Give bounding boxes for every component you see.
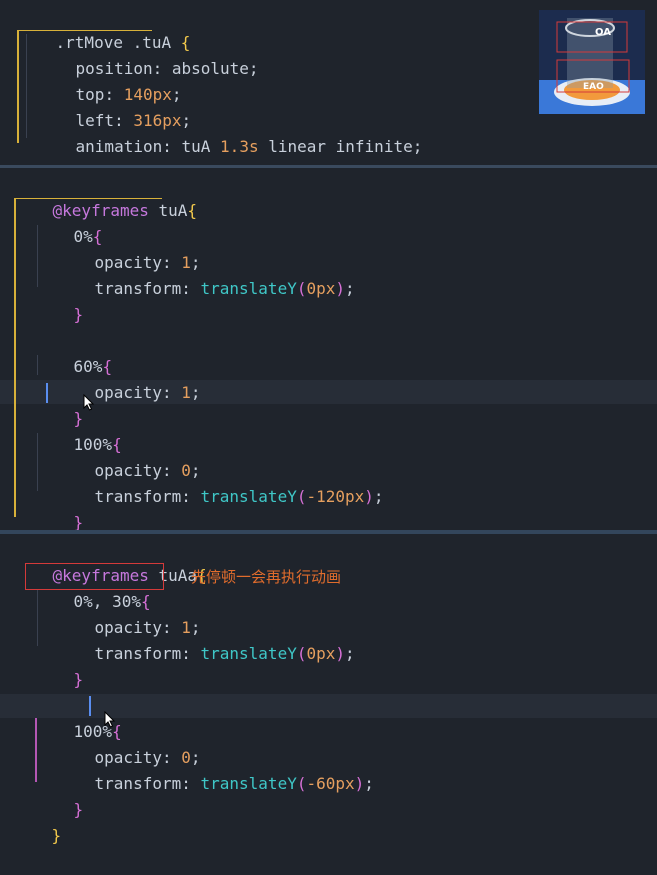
code-line-close[interactable]: } — [35, 380, 84, 428]
code-line-close[interactable]: } — [35, 276, 84, 324]
code-line[interactable]: opacity: 1; — [56, 224, 201, 272]
thumbnail-label-eao: EAO — [583, 82, 604, 92]
open-brace: { — [187, 201, 198, 220]
code-panel-keyframes-tua: @keyframes tuA{ 0%{ opacity: 1; transfor… — [0, 168, 657, 556]
video-thumbnail[interactable]: OA EAO — [539, 10, 645, 114]
text-caret — [89, 696, 91, 716]
code-line[interactable]: transform: translateY(-60px); — [56, 745, 374, 793]
code-line[interactable]: opacity: 1; — [56, 589, 201, 637]
text-caret — [46, 383, 48, 403]
code-line[interactable]: top: 140px; — [37, 56, 182, 104]
keyframe-step[interactable]: 100%{ — [35, 406, 122, 454]
code-line-close[interactable]: } — [35, 484, 84, 532]
keyframe-step[interactable]: 0%, 30%{ — [35, 563, 151, 611]
code-panel-keyframes-tuaa: @keyframes tuAa{ 0%, 30%{ 先停顿一会再执行动画 opa… — [0, 534, 657, 845]
close-brace: } — [51, 826, 62, 845]
code-line-keyframes[interactable]: @keyframes tuAa{ — [14, 537, 207, 585]
function-name: translateY — [200, 644, 297, 663]
close-brace: } — [73, 670, 84, 689]
translate-value: 0px — [306, 279, 336, 298]
animation-duration: 1.3s — [220, 137, 259, 156]
translate-value: -60px — [306, 774, 355, 793]
close-brace: } — [73, 800, 84, 819]
thumbnail-label-oa: OA — [595, 27, 611, 38]
code-line[interactable]: transform: translateY(-120px); — [56, 458, 384, 506]
keyframe-step[interactable]: 60%{ — [35, 328, 113, 376]
property-value: absolute — [171, 59, 249, 78]
code-line[interactable]: transform: translateY(0px); — [56, 250, 355, 298]
function-name: translateY — [200, 279, 297, 298]
code-line[interactable]: position: absolute; — [37, 30, 259, 78]
code-line-close[interactable]: } — [13, 797, 62, 845]
animation-name: tuA — [181, 137, 211, 156]
annotation-text: 先停顿一会再执行动画 — [191, 568, 342, 586]
animation-rest: linear infinite — [268, 137, 413, 156]
translate-value: 0px — [306, 644, 336, 663]
thumbnail-image — [539, 10, 645, 114]
code-line-selector[interactable]: .rtMove .tuA { — [17, 4, 191, 52]
code-line-close[interactable]: } — [15, 134, 64, 182]
code-line[interactable]: left: 316px; — [37, 82, 192, 130]
close-brace: } — [73, 305, 84, 324]
keyframe-step[interactable]: 0%{ — [35, 198, 103, 246]
code-line[interactable]: animation: tuA 1.3s linear infinite; — [37, 108, 423, 156]
code-line-keyframes[interactable]: @keyframes tuA{ — [14, 172, 198, 220]
code-line-close[interactable]: } — [35, 771, 84, 819]
opacity-value: 1 — [181, 383, 191, 402]
translate-value: -120px — [306, 487, 365, 506]
property-name: animation — [75, 137, 163, 156]
function-name: translateY — [200, 487, 297, 506]
code-line-close[interactable]: } — [35, 641, 84, 689]
code-line[interactable]: opacity: 0; — [56, 432, 201, 480]
code-panel-rule: .rtMove .tuA { position: absolute; top: … — [0, 0, 657, 182]
code-line[interactable]: opacity: 1; — [56, 354, 201, 402]
keyframes-name: tuA — [158, 201, 188, 220]
code-line[interactable]: opacity: 0; — [56, 719, 201, 767]
code-line[interactable]: transform: translateY(0px); — [56, 615, 355, 663]
function-name: translateY — [200, 774, 297, 793]
